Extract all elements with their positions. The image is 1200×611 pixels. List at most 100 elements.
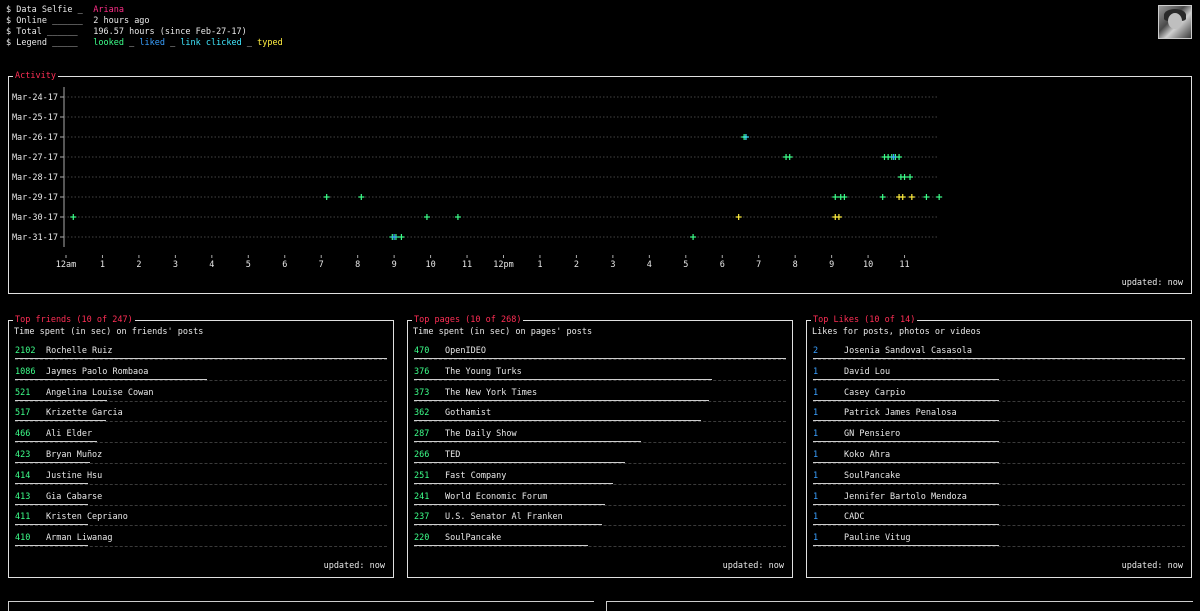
- legend-separator: _: [170, 38, 176, 48]
- item-value: 423: [15, 449, 31, 460]
- item-value: 521: [15, 387, 31, 398]
- item-value: 237: [414, 512, 430, 523]
- activity-mark: [908, 194, 915, 200]
- item-bar-track: [15, 379, 387, 381]
- item-bar-track: [414, 359, 786, 360]
- item-bar: [813, 503, 999, 505]
- item-name: Koko Ahra: [844, 449, 891, 460]
- item-bar-track: [15, 546, 387, 548]
- x-tick-label: 10: [863, 260, 873, 270]
- header-row-online: $ Online ______ 2 hours ago: [6, 16, 283, 27]
- item-bar-track: [15, 442, 387, 444]
- item-name: Rochelle Ruiz: [46, 346, 113, 356]
- item-name: Pauline Vitug: [844, 533, 911, 544]
- list-item: 410 Arman Liwanag: [15, 533, 387, 554]
- list-item: 362 Gothamist: [414, 408, 786, 429]
- activity-mark: [901, 174, 908, 180]
- list-item: 373 The New York Times: [414, 388, 786, 409]
- top-pages-list: 470 OpenIDEO 376 The Young Turks 373 The New …: [414, 346, 786, 554]
- top-friends-panel: Top friends (10 of 247) Time spent (in s…: [8, 315, 394, 578]
- item-value: 1: [813, 449, 819, 460]
- item-bar: [414, 482, 613, 484]
- prompt-symbol: $: [6, 38, 12, 48]
- top-pages-updated: updated: now: [722, 561, 784, 571]
- item-bar: [414, 503, 605, 505]
- item-name: Casey Carpio: [844, 387, 906, 398]
- item-value: 362: [414, 408, 430, 419]
- legend-typed: typed: [257, 38, 283, 48]
- activity-mark: [896, 154, 903, 160]
- top-likes-updated: updated: now: [1121, 561, 1183, 571]
- item-value: 1: [813, 387, 819, 398]
- item-name: The New York Times: [445, 387, 538, 398]
- x-tick-label: 3: [173, 260, 178, 270]
- item-name: The Young Turks: [445, 366, 522, 377]
- list-item: 1 David Lou: [813, 367, 1185, 388]
- item-name: The Daily Show: [445, 429, 517, 440]
- item-bar: [813, 358, 1185, 359]
- header-key: Legend _____: [16, 38, 78, 48]
- list-item: 517 Krizette Garcia: [15, 408, 387, 429]
- y-tick-label: Mar-30-17: [12, 213, 58, 223]
- item-name: Jaymes Paolo Rombaoa: [46, 366, 149, 377]
- item-value: 414: [15, 470, 31, 481]
- item-name: Josenia Sandoval Casasola: [844, 346, 972, 356]
- item-value: 1: [813, 408, 819, 419]
- item-value: 466: [15, 429, 31, 440]
- list-item: 423 Bryan Muñoz: [15, 450, 387, 471]
- item-name: GN Pensiero: [844, 429, 901, 440]
- item-bar-track: [414, 483, 786, 485]
- item-bar-track: [813, 504, 1185, 506]
- item-bar-track: [414, 462, 786, 464]
- list-item: 466 Ali Elder: [15, 429, 387, 450]
- item-bar-track: [15, 525, 387, 527]
- item-bar: [15, 503, 89, 505]
- activity-mark: [879, 194, 886, 200]
- x-tick-label: 8: [793, 260, 798, 270]
- x-tick-label: 11: [462, 260, 472, 270]
- activity-mark: [398, 234, 405, 240]
- item-bar-track: [414, 546, 786, 548]
- list-item: 470 OpenIDEO: [414, 346, 786, 367]
- item-bar: [15, 545, 88, 547]
- item-value: 251: [414, 470, 430, 481]
- top-likes-list: 2 Josenia Sandoval Casasola 1 David Lou 1 Cas…: [813, 346, 1185, 554]
- item-name: Ali Elder: [46, 429, 93, 440]
- item-name: Fast Company: [445, 470, 507, 481]
- list-item: 1 Jennifer Bartolo Mendoza: [813, 492, 1185, 513]
- item-name: David Lou: [844, 366, 891, 377]
- activity-mark: [735, 214, 742, 220]
- item-bar-track: [15, 421, 387, 423]
- list-item: 2 Josenia Sandoval Casasola: [813, 346, 1185, 367]
- x-tick-label: 5: [683, 260, 688, 270]
- item-bar: [414, 358, 786, 359]
- header-summary: $ Data Selfie _ Ariana $ Online ______ 2 h…: [6, 5, 283, 49]
- item-name: Gothamist: [445, 408, 492, 419]
- list-item: 266 TED: [414, 450, 786, 471]
- item-bar: [15, 358, 387, 359]
- item-bar-track: [813, 546, 1185, 548]
- item-value: 410: [15, 533, 31, 544]
- item-bar: [414, 461, 625, 463]
- x-tick-label: 8: [355, 260, 360, 270]
- x-tick-label: 12pm: [493, 260, 513, 270]
- item-bar-track: [414, 525, 786, 527]
- list-item: 414 Justine Hsu: [15, 471, 387, 492]
- activity-mark: [70, 214, 77, 220]
- prompt-symbol: $: [6, 27, 12, 37]
- header-key: Online ______: [16, 16, 83, 26]
- x-tick-label: 1: [100, 260, 105, 270]
- list-item: 241 World Economic Forum: [414, 492, 786, 513]
- top-friends-list: 2102 Rochelle Ruiz 1086 Jaymes Paolo Rombao…: [15, 346, 387, 554]
- item-bar-track: [15, 462, 387, 464]
- item-value: 2: [813, 346, 819, 356]
- total-value: 196.57 hours (since Feb-27-17): [93, 27, 247, 37]
- activity-mark: [832, 194, 839, 200]
- legend-link-clicked: link clicked: [180, 38, 242, 48]
- item-bar-track: [813, 483, 1185, 485]
- header-row-total: $ Total ______ 196.57 hours (since Feb-27…: [6, 27, 283, 38]
- prompt-symbol: $: [6, 16, 12, 26]
- avatar-face: [1168, 13, 1182, 29]
- avatar[interactable]: [1158, 5, 1192, 39]
- item-value: 1: [813, 429, 819, 440]
